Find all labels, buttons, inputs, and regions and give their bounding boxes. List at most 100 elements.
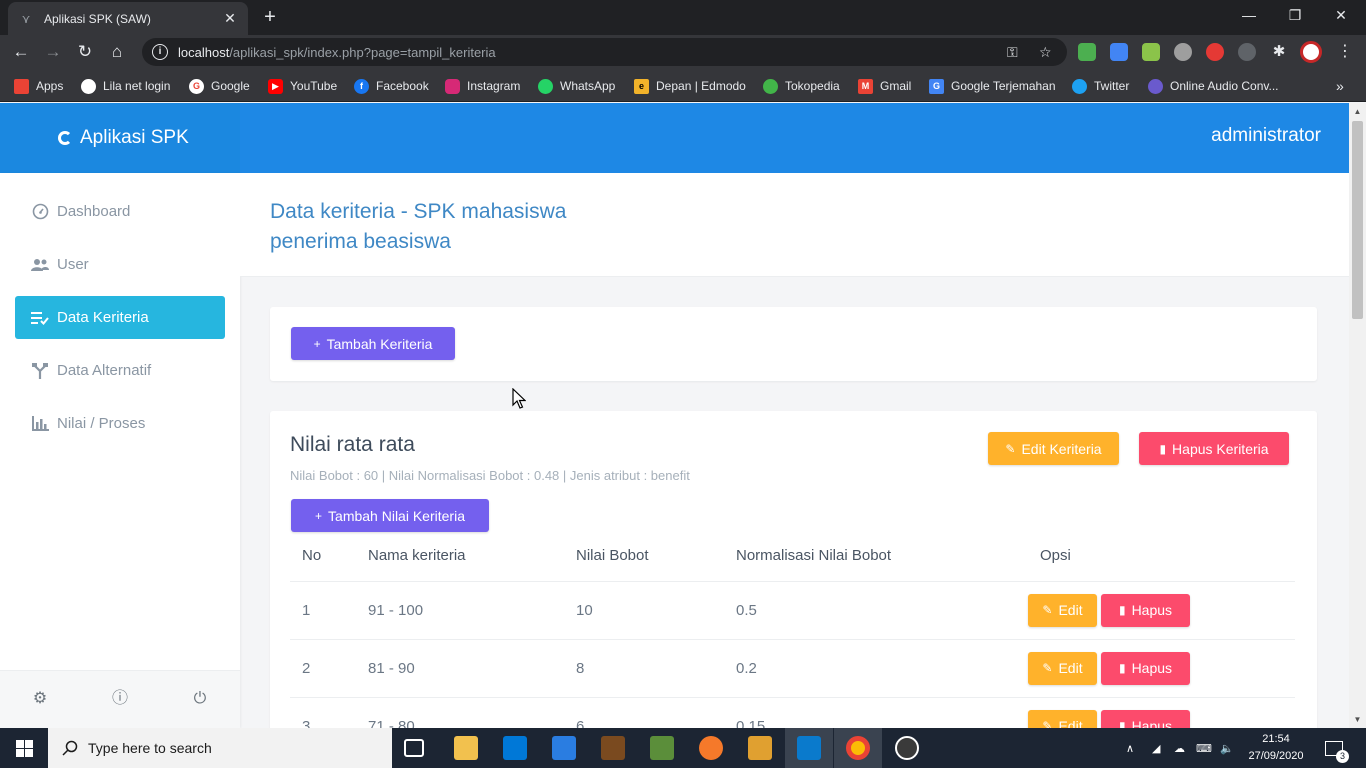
- extension-icon[interactable]: [1078, 43, 1096, 61]
- bookmark-twitter[interactable]: Twitter: [1072, 77, 1129, 95]
- cell-no: 1: [290, 581, 356, 640]
- add-value-button[interactable]: + Tambah Nilai Keriteria: [291, 499, 489, 532]
- list-check-icon: [31, 309, 49, 327]
- info-icon[interactable]: ⓘ: [110, 689, 130, 709]
- windows-start-button[interactable]: [0, 728, 48, 768]
- bookmark-youtube[interactable]: ▶ YouTube: [268, 77, 337, 95]
- bookmark-whatsapp[interactable]: WhatsApp: [538, 77, 615, 95]
- bookmark-lila-net-login[interactable]: Lila net login: [81, 77, 170, 95]
- tab-close-icon[interactable]: ✕: [222, 10, 238, 27]
- top-navbar: administrator: [240, 103, 1349, 173]
- minimize-icon[interactable]: —: [1226, 0, 1272, 30]
- cell-no: 3: [290, 697, 356, 728]
- vscode-icon[interactable]: [797, 736, 821, 760]
- bookmark-tokopedia[interactable]: Tokopedia: [763, 77, 840, 95]
- ime-icon[interactable]: ⌨: [1196, 728, 1212, 768]
- bookmark-edmodo[interactable]: e Depan | Edmodo: [634, 77, 746, 95]
- scrollbar-thumb[interactable]: [1352, 121, 1363, 319]
- sidebar-footer: ⚙ ⓘ ⏻: [0, 670, 240, 728]
- obs-icon[interactable]: [895, 736, 919, 760]
- forward-icon[interactable]: →: [41, 40, 65, 64]
- chrome-menu-icon[interactable]: ⋮: [1336, 43, 1354, 61]
- task-view-icon[interactable]: [404, 739, 424, 757]
- url-path: /aplikasi_spk/index.php?page=tampil_keri…: [229, 44, 496, 60]
- sidebar-item-label: Data Alternatif: [57, 362, 152, 379]
- row-edit-button[interactable]: ✎ Edit: [1028, 651, 1097, 685]
- key-icon[interactable]: ⚿: [1007, 38, 1018, 66]
- adblock-icon[interactable]: [1206, 43, 1224, 61]
- extension-icon[interactable]: [1174, 43, 1192, 61]
- new-tab-button[interactable]: +: [258, 5, 282, 29]
- volume-icon[interactable]: 🔈: [1220, 728, 1234, 768]
- extensions-puzzle-icon[interactable]: ✱: [1270, 43, 1288, 61]
- more-bookmarks-button[interactable]: »: [1336, 77, 1344, 95]
- row-delete-button[interactable]: ▮ Hapus: [1101, 709, 1190, 728]
- chrome-icon[interactable]: [846, 736, 870, 760]
- minecraft-icon[interactable]: [650, 736, 674, 760]
- pencil-icon: ✎: [1042, 603, 1053, 617]
- scroll-up-icon[interactable]: ▲: [1349, 103, 1366, 120]
- bookmark-star-icon[interactable]: ☆: [1039, 38, 1052, 66]
- mouse-cursor-icon: [512, 388, 526, 409]
- window-close-icon[interactable]: ✕: [1318, 0, 1364, 30]
- windows-taskbar: Type here to search ∧ ◢ ☁ ⌨ 🔈 21:54 27/0…: [0, 728, 1366, 768]
- bookmark-gmail[interactable]: M Gmail: [858, 77, 911, 95]
- power-icon[interactable]: ⏻: [190, 689, 210, 709]
- browser-tab[interactable]: ⋎ Aplikasi SPK (SAW) ✕: [8, 2, 248, 35]
- taskbar-search-box[interactable]: Type here to search: [48, 728, 392, 768]
- profile-avatar[interactable]: [1300, 41, 1322, 63]
- app-icon[interactable]: [748, 736, 772, 760]
- translate-extension-icon[interactable]: [1110, 43, 1128, 61]
- file-explorer-icon[interactable]: [454, 736, 478, 760]
- pencil-icon: ✎: [1042, 661, 1053, 675]
- back-icon[interactable]: ←: [9, 40, 33, 64]
- bookmark-label: YouTube: [290, 79, 338, 93]
- blender-icon[interactable]: [699, 736, 723, 760]
- row-edit-button[interactable]: ✎ Edit: [1028, 593, 1097, 627]
- bookmark-apps[interactable]: Apps: [14, 77, 63, 95]
- bookmark-instagram[interactable]: Instagram: [445, 77, 520, 95]
- cloud-icon[interactable]: ☁: [1174, 728, 1185, 768]
- restore-icon[interactable]: ❐: [1272, 0, 1318, 30]
- row-delete-button[interactable]: ▮ Hapus: [1101, 651, 1190, 685]
- mail-icon[interactable]: [552, 736, 576, 760]
- column-header: No: [290, 531, 356, 582]
- tray-chevron-icon[interactable]: ∧: [1126, 728, 1134, 768]
- site-info-icon[interactable]: i: [152, 44, 168, 60]
- bookmark-label: Google Terjemahan: [951, 79, 1056, 93]
- notifications-icon[interactable]: 3: [1322, 728, 1349, 768]
- brand[interactable]: Aplikasi SPK: [0, 103, 240, 173]
- reload-icon[interactable]: ↻: [73, 40, 97, 64]
- row-edit-button[interactable]: ✎ Edit: [1028, 709, 1097, 728]
- cell-norm: 0.15: [724, 697, 1028, 728]
- store-icon[interactable]: [503, 736, 527, 760]
- app-icon[interactable]: [601, 736, 625, 760]
- delete-criteria-button[interactable]: ▮ Hapus Keriteria: [1139, 432, 1289, 465]
- user-menu[interactable]: administrator: [1211, 125, 1321, 147]
- sidebar-item-user[interactable]: User: [15, 243, 225, 286]
- page-scrollbar[interactable]: ▲ ▼: [1349, 103, 1366, 728]
- row-edit-label: Edit: [1058, 718, 1083, 728]
- sidebar-item-data-keriteria[interactable]: Data Keriteria: [15, 296, 225, 339]
- bookmark-online-audio[interactable]: Online Audio Conv...: [1148, 77, 1279, 95]
- scroll-down-icon[interactable]: ▼: [1349, 711, 1366, 728]
- add-criteria-button[interactable]: + Tambah Keriteria: [291, 327, 455, 360]
- taskbar-clock[interactable]: 21:54 27/09/2020: [1238, 731, 1314, 765]
- sidebar-item-data-alternatif[interactable]: Data Alternatif: [15, 349, 225, 392]
- settings-gear-icon[interactable]: ⚙: [30, 689, 50, 709]
- bookmark-google[interactable]: G Google: [189, 77, 250, 95]
- add-criteria-label: Tambah Keriteria: [326, 335, 433, 352]
- bookmark-google-translate[interactable]: G Google Terjemahan: [929, 77, 1056, 95]
- extension-icon[interactable]: [1238, 43, 1256, 61]
- whatsapp-icon: [538, 78, 553, 94]
- address-bar[interactable]: i localhost/aplikasi_spk/index.php?page=…: [142, 38, 1067, 66]
- network-icon[interactable]: ◢: [1152, 728, 1160, 768]
- edit-criteria-button[interactable]: ✎ Edit Keriteria: [988, 432, 1119, 465]
- sidebar-item-dashboard[interactable]: Dashboard: [15, 190, 225, 233]
- sidebar-item-label: Nilai / Proses: [57, 415, 146, 432]
- sidebar-item-nilai-proses[interactable]: Nilai / Proses: [15, 402, 225, 445]
- home-icon[interactable]: ⌂: [105, 40, 129, 64]
- row-delete-button[interactable]: ▮ Hapus: [1101, 593, 1190, 627]
- bookmark-facebook[interactable]: f Facebook: [354, 77, 429, 95]
- extension-icon[interactable]: [1142, 43, 1160, 61]
